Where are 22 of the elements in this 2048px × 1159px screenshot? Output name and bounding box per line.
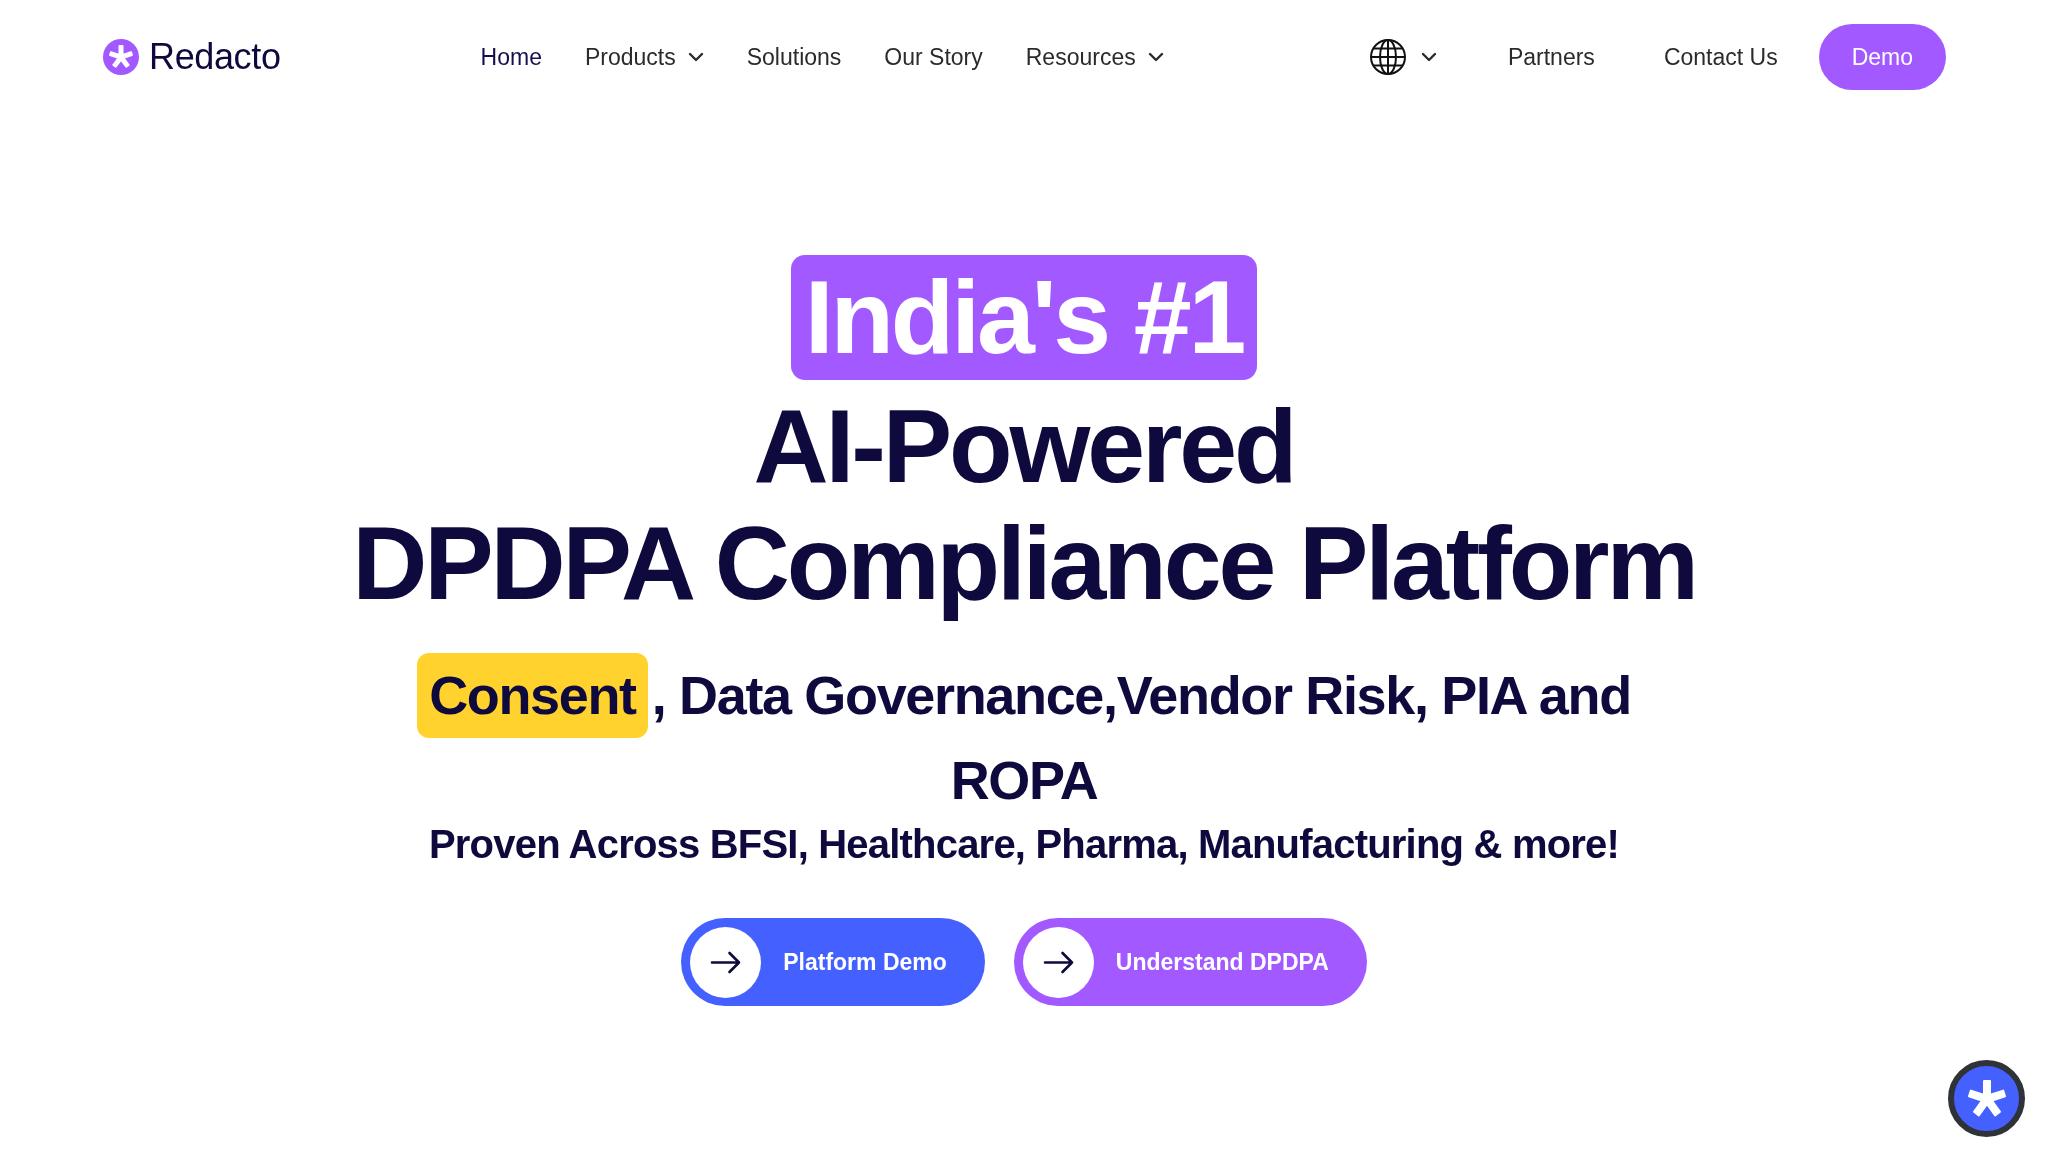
nav-link[interactable]: Our Story: [884, 43, 983, 71]
asterisk-icon: [1966, 1078, 2007, 1119]
cta-button[interactable]: Platform Demo: [681, 918, 985, 1006]
nav-dropdown[interactable]: Resources: [1025, 43, 1164, 71]
cta-button[interactable]: Understand DPDPA: [1013, 918, 1367, 1006]
caret-icon: [1147, 52, 1164, 62]
hero-subtitle: Consent , Data Governance,Vendor Risk, PIA and ROPA: [417, 653, 1631, 823]
caret-icon: [687, 52, 704, 62]
language-button[interactable]: [1368, 38, 1437, 76]
nav-link[interactable]: Solutions: [746, 43, 842, 71]
nav-link[interactable]: Contact Us: [1663, 43, 1778, 71]
hero-title: AI-Powered DPDPA Compliance Platform: [352, 388, 1696, 622]
nav-link[interactable]: Home: [480, 43, 542, 71]
hero-tagline: Proven Across BFSI, Healthcare, Pharma, Manufacturing & more!: [428, 823, 1620, 865]
nav-dropdown[interactable]: Products: [584, 43, 704, 71]
logo-link[interactable]: Redacto: [103, 36, 281, 78]
nav-link[interactable]: Partners: [1507, 43, 1595, 71]
globe-icon: [1368, 38, 1407, 76]
asterisk-logo-icon: [103, 39, 139, 75]
caret-icon: [1420, 52, 1437, 62]
demo-button[interactable]: Demo: [1818, 24, 1946, 90]
highlight-badge: India's #1: [790, 255, 1258, 380]
